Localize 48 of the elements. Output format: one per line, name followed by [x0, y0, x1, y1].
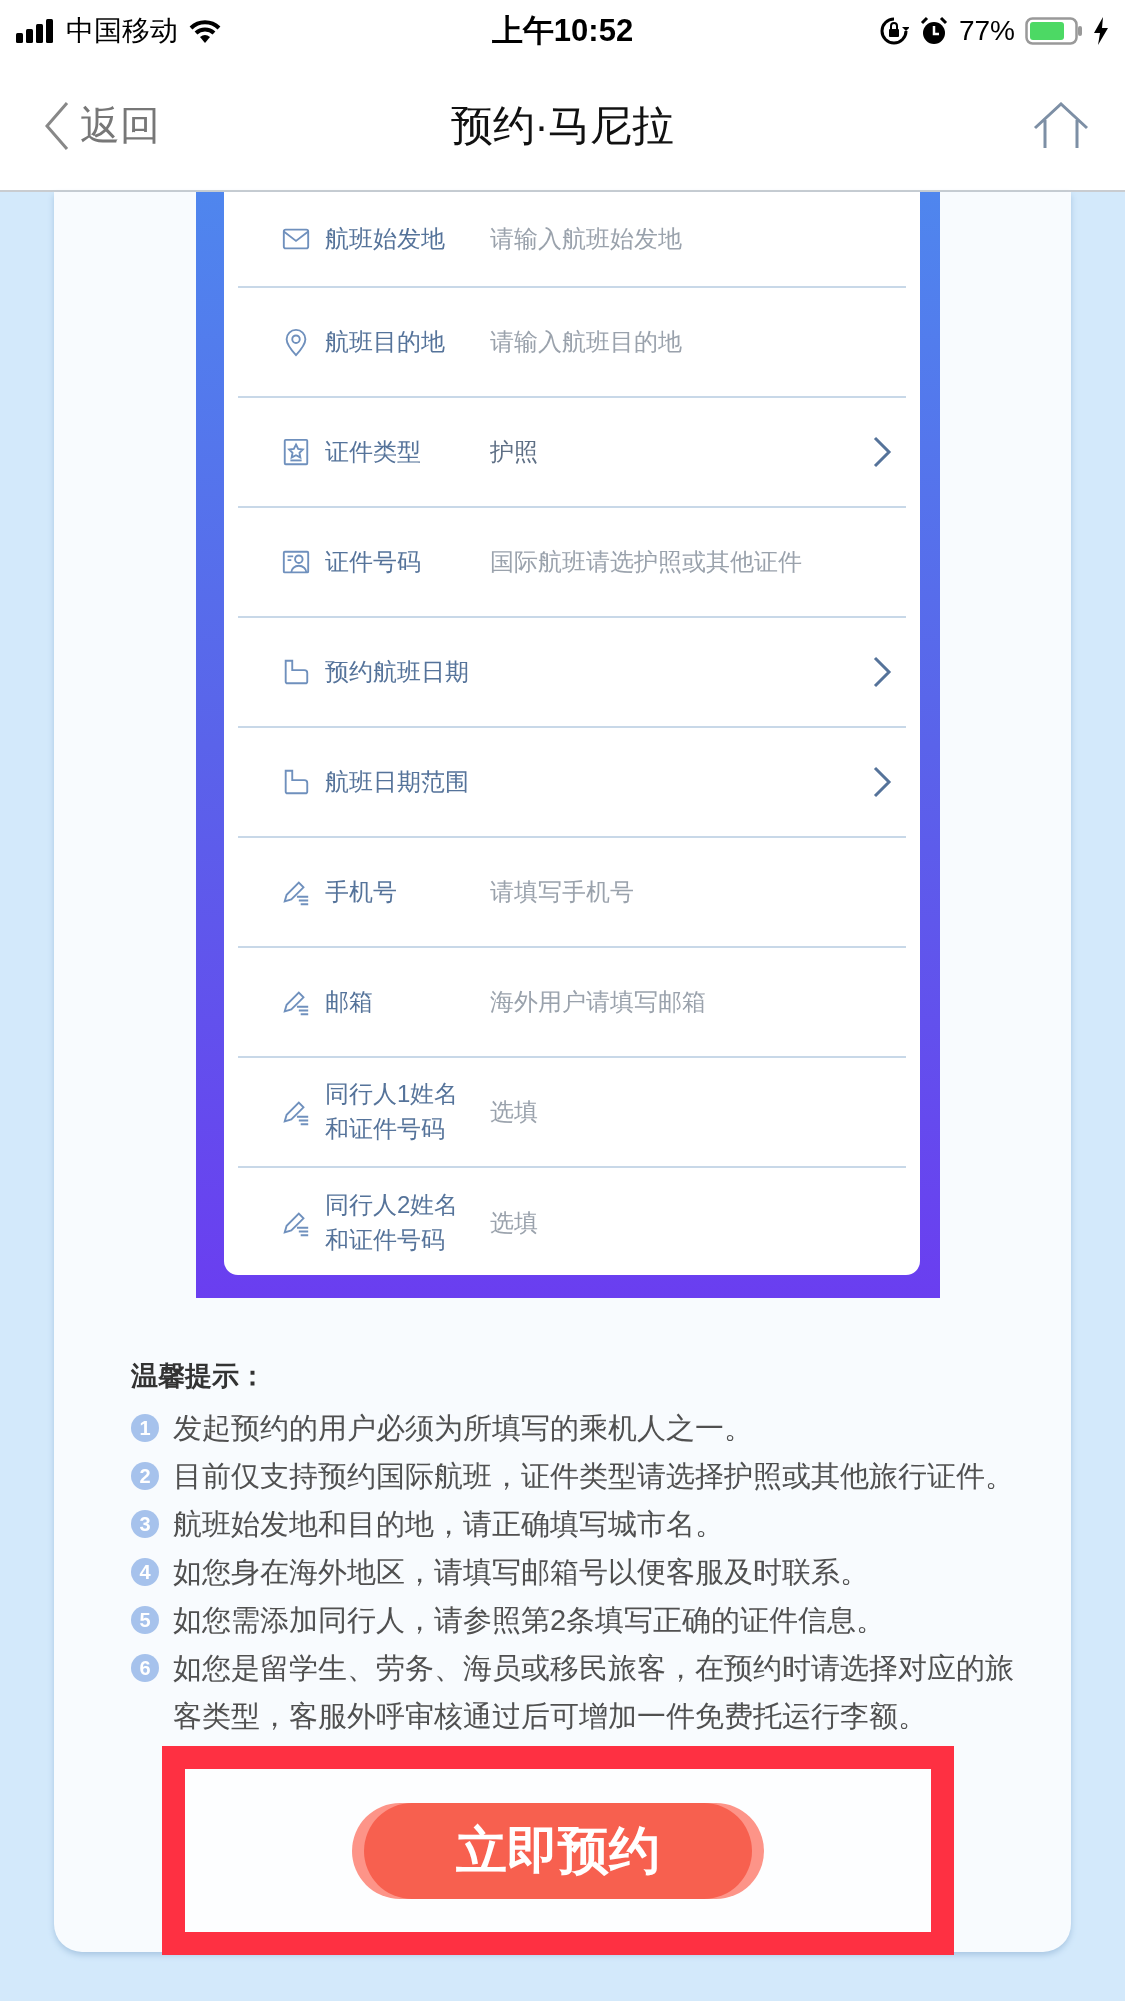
back-button[interactable]: 返回	[44, 98, 160, 153]
alarm-icon	[918, 15, 949, 46]
input-field[interactable]: 国际航班请选护照或其他证件	[490, 548, 892, 576]
battery-icon	[1025, 16, 1083, 45]
field-label: 预约航班日期	[325, 656, 470, 687]
rotation-lock-icon	[878, 15, 909, 46]
number-badge: 2	[131, 1462, 159, 1490]
home-icon[interactable]	[1033, 101, 1089, 150]
tip-text: 如您需添加同行人，请参照第2条填写正确的证件信息。	[173, 1603, 887, 1638]
signal-icon	[16, 18, 56, 43]
field-label: 证件类型	[325, 436, 422, 467]
carrier-name: 中国移动	[66, 13, 178, 48]
input-field[interactable]: 选填	[490, 1209, 892, 1237]
chevron-icon[interactable]	[872, 435, 892, 469]
field-label: 手机号	[325, 876, 398, 907]
input-field[interactable]: 海外用户请填写邮箱	[490, 988, 892, 1016]
number-badge: 3	[131, 1510, 159, 1538]
input-field[interactable]: 请填写手机号	[490, 878, 892, 906]
number-badge: 6	[131, 1654, 159, 1682]
field-label: 航班日期范围	[325, 766, 470, 797]
input-field[interactable]: 请输入航班目的地	[490, 328, 892, 356]
field-label: 航班始发地	[325, 223, 446, 254]
input-field[interactable]: 请输入航班始发地	[490, 225, 892, 253]
input-field[interactable]: 选填	[490, 1098, 892, 1126]
number-badge: 5	[131, 1606, 159, 1634]
back-chevron-icon	[44, 100, 70, 151]
chevron-icon[interactable]	[872, 655, 892, 689]
tip-text: 如您身在海外地区，请填写邮箱号以便客服及时联系。	[173, 1555, 870, 1590]
star-badge-icon	[281, 437, 311, 467]
field-label: 证件号码	[325, 546, 422, 577]
tip-text: 目前仅支持预约国际航班，证件类型请选择护照或其他旅行证件。	[173, 1459, 1015, 1494]
field-label: 同行人2姓名和证件号码	[325, 1190, 460, 1255]
clock-time: 上午10:52	[491, 11, 634, 50]
tips-title: 温馨提示：	[131, 1360, 267, 1393]
selected-value[interactable]: 护照	[490, 436, 872, 468]
page-title: 预约·马尼拉	[450, 100, 675, 151]
tip-text: 如您是留学生、劳务、海员或移民旅客，在预约时请选择对应的旅客类型，客服外呼审核通过后可增加一件免费托运行李额。	[173, 1651, 1015, 1734]
wifi-icon	[188, 17, 222, 44]
tip-text: 航班始发地和目的地，请正确填写城市名。	[173, 1507, 725, 1542]
battery-percent: 77%	[958, 14, 1015, 47]
number-badge: 1	[131, 1414, 159, 1442]
field-label: 邮箱	[325, 986, 374, 1017]
chevron-icon[interactable]	[872, 765, 892, 799]
tip-text: 发起预约的用户必须为所填写的乘机人之一。	[173, 1411, 754, 1446]
field-label: 同行人1姓名和证件号码	[325, 1079, 460, 1144]
charging-icon	[1093, 16, 1109, 45]
field-label: 航班目的地	[325, 326, 446, 357]
number-badge: 4	[131, 1558, 159, 1586]
